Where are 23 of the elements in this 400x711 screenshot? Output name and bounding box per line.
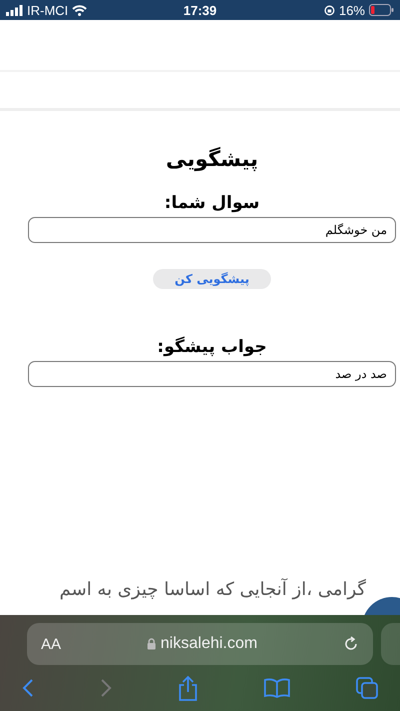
- clock-time: 17:39: [183, 2, 217, 18]
- question-label: سوال شما:: [164, 193, 260, 213]
- predict-button[interactable]: پیشگویی کن: [152, 269, 272, 289]
- tabs-icon[interactable]: [356, 677, 378, 699]
- battery-icon: [369, 4, 394, 16]
- lock-icon: [146, 638, 156, 650]
- orientation-lock-icon: [324, 4, 335, 16]
- text-size-button[interactable]: AA: [41, 636, 62, 652]
- share-icon[interactable]: [178, 675, 198, 701]
- answer-label: جواب پیشگو:: [157, 337, 267, 357]
- url-text: niksalehi.com: [160, 635, 258, 653]
- reload-icon[interactable]: [342, 636, 359, 652]
- page-title: پیشگویی: [166, 147, 258, 171]
- back-icon[interactable]: [22, 678, 34, 698]
- carrier-name: IR-MCI: [27, 2, 68, 18]
- book-icon[interactable]: [264, 678, 290, 698]
- body-text: گرامی ،از آنجایی که اساسا چیزی به اسم: [60, 579, 366, 600]
- wifi-icon: [72, 4, 88, 16]
- answer-input[interactable]: صد در صد: [28, 361, 396, 387]
- question-input[interactable]: من خوشگلم: [28, 217, 396, 243]
- signal-icon: [6, 4, 23, 16]
- battery-percent: 16%: [338, 2, 365, 18]
- address-bar[interactable]: AA niksalehi.com: [27, 623, 373, 665]
